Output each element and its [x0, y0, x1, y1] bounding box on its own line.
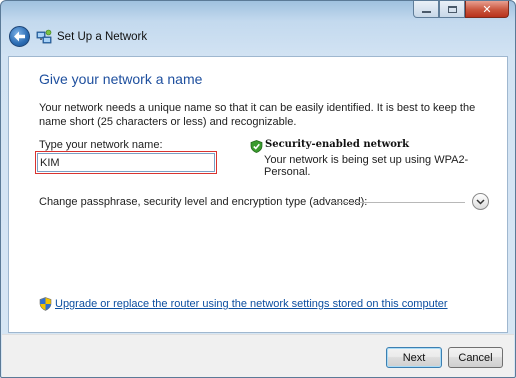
- next-button[interactable]: Next: [386, 347, 442, 368]
- minimize-button[interactable]: [413, 1, 439, 18]
- green-check-shield-icon: [250, 140, 263, 153]
- cancel-button[interactable]: Cancel: [448, 347, 503, 368]
- close-button[interactable]: ✕: [465, 1, 509, 18]
- advanced-divider: [333, 202, 465, 203]
- network-name-label: Type your network name:: [39, 139, 163, 151]
- page-heading: Give your network a name: [39, 71, 203, 87]
- network-setup-icon: [36, 29, 52, 44]
- expand-advanced-button[interactable]: [472, 193, 489, 210]
- advanced-options-label: Change passphrase, security level and en…: [39, 196, 368, 208]
- footer-bar: Next Cancel: [2, 334, 514, 377]
- network-name-input[interactable]: [37, 153, 215, 172]
- caption-buttons: ✕: [413, 1, 509, 18]
- chevron-down-icon: [476, 198, 485, 205]
- maximize-icon: [447, 5, 457, 13]
- window-title: Set Up a Network: [57, 31, 148, 43]
- setup-network-window: ✕ Set Up a Network Give your network a n…: [0, 0, 516, 378]
- network-name-highlight: [35, 151, 217, 174]
- close-icon: ✕: [482, 2, 492, 16]
- security-description: Your network is being set up using WPA2-…: [264, 154, 469, 178]
- uac-shield-icon: [39, 297, 52, 311]
- minimize-icon: [421, 10, 431, 13]
- back-arrow-icon: [14, 31, 25, 42]
- back-button[interactable]: [9, 26, 30, 47]
- upgrade-router-link[interactable]: Upgrade or replace the router using the …: [55, 298, 448, 310]
- maximize-button[interactable]: [439, 1, 465, 18]
- content-panel: Give your network a name Your network ne…: [8, 56, 508, 333]
- page-description: Your network needs a unique name so that…: [39, 102, 476, 128]
- security-title: Security-enabled network: [265, 139, 410, 150]
